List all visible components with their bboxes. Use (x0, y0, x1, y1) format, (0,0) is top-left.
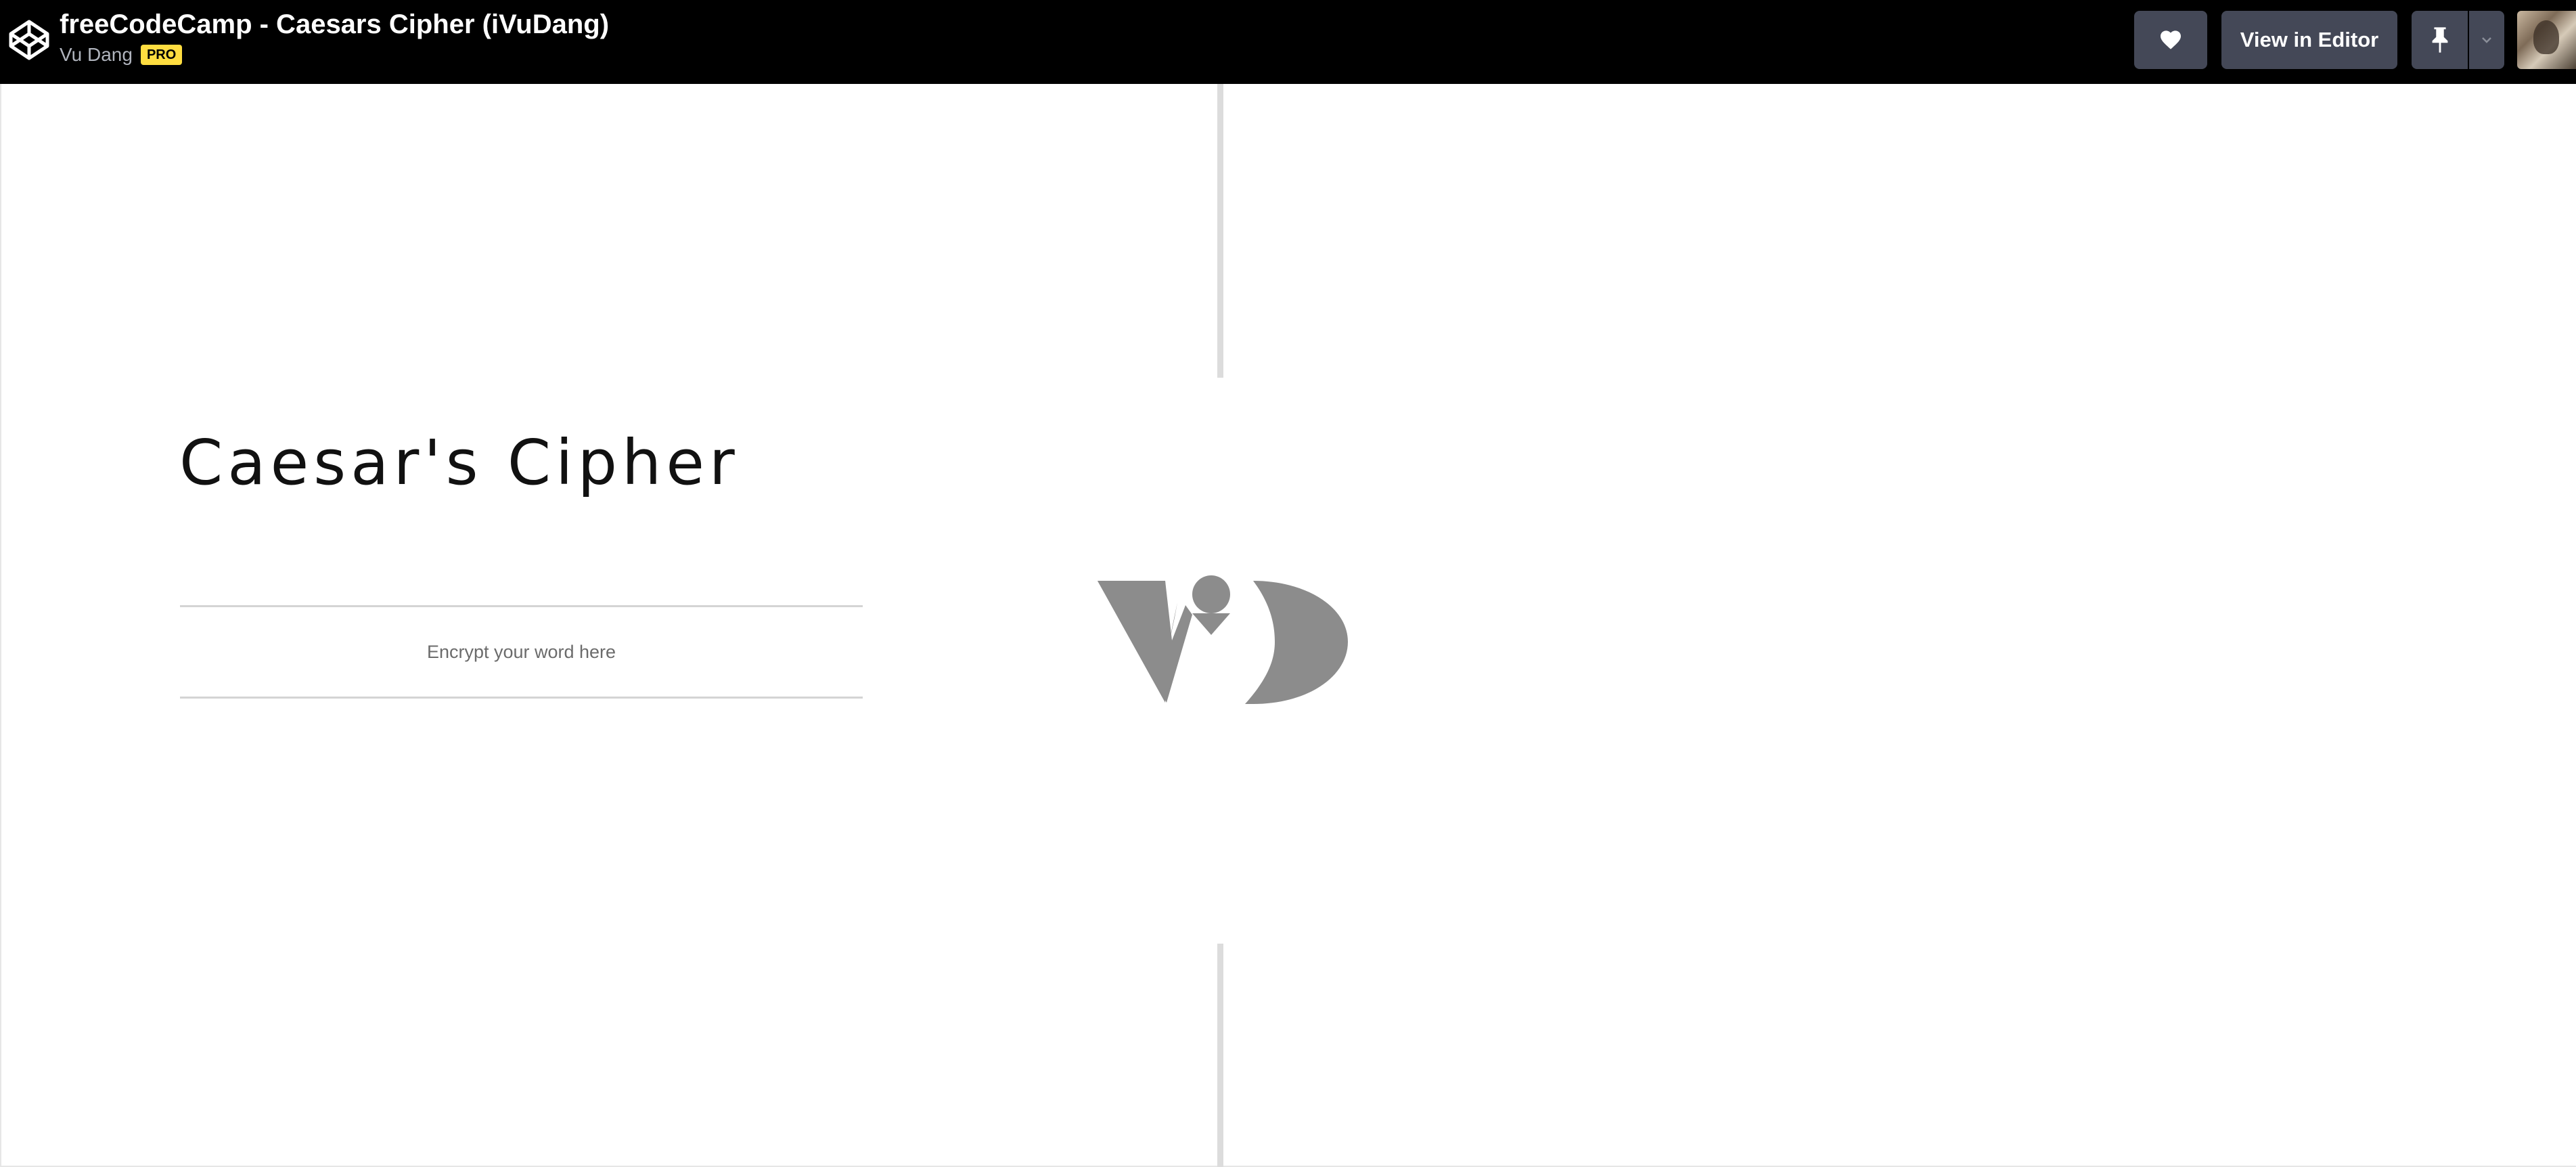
pen-title: freeCodeCamp - Caesars Cipher (iVuDang) (60, 9, 610, 39)
heart-icon (2161, 30, 2181, 49)
avatar-figure (2533, 20, 2559, 54)
user-avatar[interactable] (2517, 11, 2576, 69)
heart-button[interactable] (2134, 11, 2207, 69)
author-row: Vu Dang PRO (60, 43, 183, 66)
encrypt-word-input[interactable] (180, 607, 863, 697)
author-link[interactable]: Vu Dang (60, 43, 133, 66)
pin-dropdown-button[interactable] (2469, 11, 2504, 69)
view-in-editor-button[interactable]: View in Editor (2221, 11, 2397, 69)
encrypt-input-wrapper (180, 605, 863, 699)
codepen-logo-icon[interactable] (7, 18, 51, 62)
preview-frame: Caesar's Cipher (0, 84, 2576, 1167)
chevron-down-icon (2482, 37, 2491, 43)
pin-button[interactable] (2412, 11, 2468, 69)
pro-badge[interactable]: PRO (140, 45, 183, 65)
page: freeCodeCamp - Caesars Cipher (iVuDang) … (0, 0, 2576, 1167)
page-heading: Caesar's Cipher (179, 426, 740, 499)
vd-logo-icon (1098, 575, 1348, 704)
vertical-divider-bottom (1217, 944, 1223, 1167)
vertical-divider-top (1217, 84, 1223, 378)
pin-icon (2432, 27, 2447, 53)
top-bar: freeCodeCamp - Caesars Cipher (iVuDang) … (0, 0, 2576, 84)
